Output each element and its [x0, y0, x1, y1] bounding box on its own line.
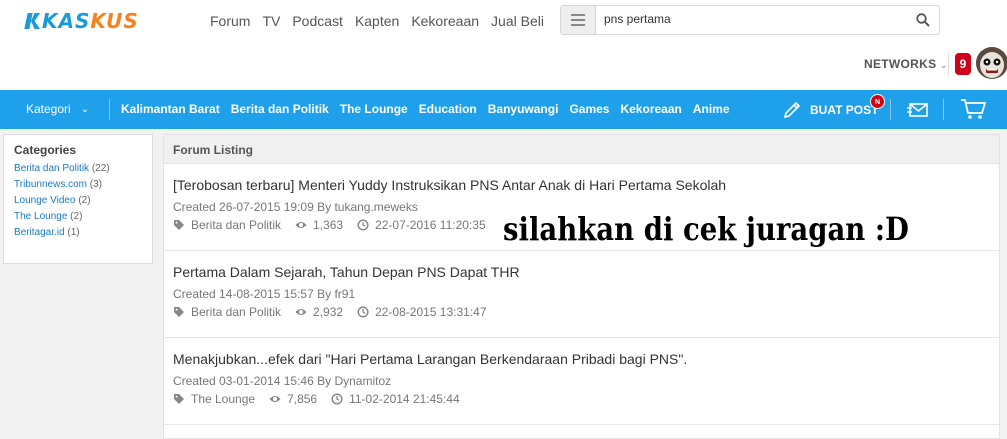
category-filter-item[interactable]: Beritagar.id (1): [14, 225, 142, 241]
search-input[interactable]: pns pertama: [604, 12, 671, 26]
thread-meta: The Lounge 7,856 11-02-2014 21:45:44: [173, 392, 990, 406]
category-link-berita-dan-politik[interactable]: Berita dan Politik: [231, 102, 329, 116]
category-filter-label: Berita dan Politik: [14, 163, 90, 174]
search-menu-button[interactable]: [561, 6, 596, 34]
categories-heading: Categories: [14, 143, 77, 157]
nav-podcast[interactable]: Podcast: [292, 11, 343, 31]
overlay-caption: silahkan di cek juragan :D: [503, 210, 909, 248]
category-filter-label: Beritagar.id: [14, 227, 65, 238]
kaskus-logo[interactable]: KASKUS: [26, 9, 139, 33]
kategori-label: Kategori: [26, 102, 71, 116]
nav-tv[interactable]: TV: [262, 11, 280, 31]
kategori-dropdown[interactable]: Kategori ⌄: [26, 102, 89, 116]
tag-icon: [174, 394, 184, 404]
category-filter-count: (2): [78, 195, 91, 206]
category-links: Kalimantan Barat Berita dan Politik The …: [121, 102, 741, 116]
forum-listing: Forum Listing [Terobosan terbaru] Menter…: [163, 134, 1000, 439]
networks-label: NETWORKS: [864, 57, 937, 71]
category-link-kekoreaan[interactable]: Kekoreaan: [620, 102, 681, 116]
thread-title[interactable]: Pertama Dalam Sejarah, Tahun Depan PNS D…: [173, 263, 990, 281]
logo-mark-icon: [26, 11, 40, 31]
notification-badge[interactable]: 9: [955, 53, 971, 75]
category-filter-label: Lounge Video: [14, 195, 76, 206]
category-filter-count: (22): [91, 163, 110, 174]
category-link-anime[interactable]: Anime: [693, 102, 730, 116]
envelope-icon[interactable]: [907, 101, 929, 119]
category-link-kalimantan-barat[interactable]: Kalimantan Barat: [121, 102, 220, 116]
thread-last-post: 22-08-2015 13:31:47: [375, 305, 487, 319]
clock-icon: [357, 219, 369, 231]
buat-post-button[interactable]: BUAT POST: [783, 101, 878, 119]
search-icon[interactable]: [916, 13, 930, 27]
chevron-down-icon: ⌄: [80, 103, 90, 115]
category-filter-count: (2): [70, 211, 83, 222]
category-filter-count: (3): [89, 179, 103, 190]
pencil-icon: [783, 101, 801, 119]
thread-views: 1,363: [313, 218, 344, 232]
nav-forum[interactable]: Forum: [210, 11, 250, 31]
category-link-the-lounge[interactable]: The Lounge: [340, 102, 408, 116]
thread-views: 7,856: [287, 392, 318, 406]
category-link-education[interactable]: Education: [419, 102, 477, 116]
eye-icon: [295, 222, 307, 228]
thread-title[interactable]: [Terobosan terbaru] Menteri Yuddy Instru…: [173, 176, 990, 194]
nav-kapten[interactable]: Kapten: [355, 11, 399, 31]
category-filter-label: The Lounge: [14, 211, 68, 222]
avatar-face-icon: [976, 47, 1007, 79]
thread-created: Created 03-01-2014 15:46 By Dynamitoz: [173, 374, 392, 388]
tag-icon: [174, 307, 184, 317]
hamburger-icon: [571, 14, 585, 26]
new-badge: N: [870, 94, 885, 109]
chevron-down-icon: ⌄: [940, 60, 948, 70]
eye-icon: [295, 309, 307, 315]
category-filter-count: (1): [67, 227, 80, 238]
thread-meta: Berita dan Politik 2,932 22-08-2015 13:3…: [173, 305, 990, 319]
nav-divider: [890, 99, 891, 120]
category-filter-item[interactable]: Tribunnews.com (3): [14, 177, 142, 193]
category-nav-bar: Kategori ⌄ Kalimantan Barat Berita dan P…: [0, 90, 1007, 129]
top-header: KASKUS Forum TV Podcast Kapten Kekoreaan…: [0, 0, 1007, 90]
category-filter-item[interactable]: Lounge Video (2): [14, 193, 142, 209]
categories-panel: Categories Berita dan Politik (22) Tribu…: [3, 134, 153, 264]
search-bar: pns pertama: [560, 5, 940, 35]
category-link-games[interactable]: Games: [569, 102, 609, 116]
clock-icon: [331, 393, 343, 405]
thread-last-post: 22-07-2016 11:20:35: [375, 218, 486, 232]
category-filter-label: Tribunnews.com: [14, 179, 87, 190]
thread-category[interactable]: Berita dan Politik: [191, 218, 281, 232]
thread-title[interactable]: Menakjubkan...efek dari "Hari Pertama La…: [173, 350, 990, 368]
forum-listing-heading: Forum Listing: [164, 135, 999, 164]
category-filter-item[interactable]: Berita dan Politik (22): [14, 161, 142, 177]
thread-last-post: 11-02-2014 21:45:44: [349, 392, 460, 406]
category-filter-item[interactable]: The Lounge (2): [14, 209, 142, 225]
logo-text-part2: KUS: [90, 9, 139, 33]
category-link-banyuwangi[interactable]: Banyuwangi: [488, 102, 559, 116]
top-nav: Forum TV Podcast Kapten Kekoreaan Jual B…: [210, 11, 556, 31]
thread-views: 2,932: [313, 305, 344, 319]
avatar[interactable]: [976, 47, 1007, 79]
tag-icon: [174, 220, 184, 230]
buat-post-label: BUAT POST: [810, 103, 879, 117]
logo-text-part1: KAS: [42, 9, 91, 33]
thread-category[interactable]: The Lounge: [191, 392, 255, 406]
cart-icon[interactable]: [960, 98, 986, 120]
header-divider: [948, 52, 949, 76]
thread-row: Pertama Dalam Sejarah, Tahun Depan PNS D…: [164, 251, 999, 338]
networks-dropdown[interactable]: NETWORKS ⌄: [864, 57, 948, 71]
nav-divider: [109, 99, 110, 120]
thread-row: Menakjubkan...efek dari "Hari Pertama La…: [164, 338, 999, 425]
nav-jual-beli[interactable]: Jual Beli: [491, 11, 544, 31]
eye-icon: [269, 396, 281, 402]
nav-kekoreaan[interactable]: Kekoreaan: [411, 11, 479, 31]
thread-created: Created 14-08-2015 15:57 By fr91: [173, 287, 356, 301]
clock-icon: [357, 306, 369, 318]
thread-category[interactable]: Berita dan Politik: [191, 305, 281, 319]
nav-divider: [943, 99, 944, 120]
